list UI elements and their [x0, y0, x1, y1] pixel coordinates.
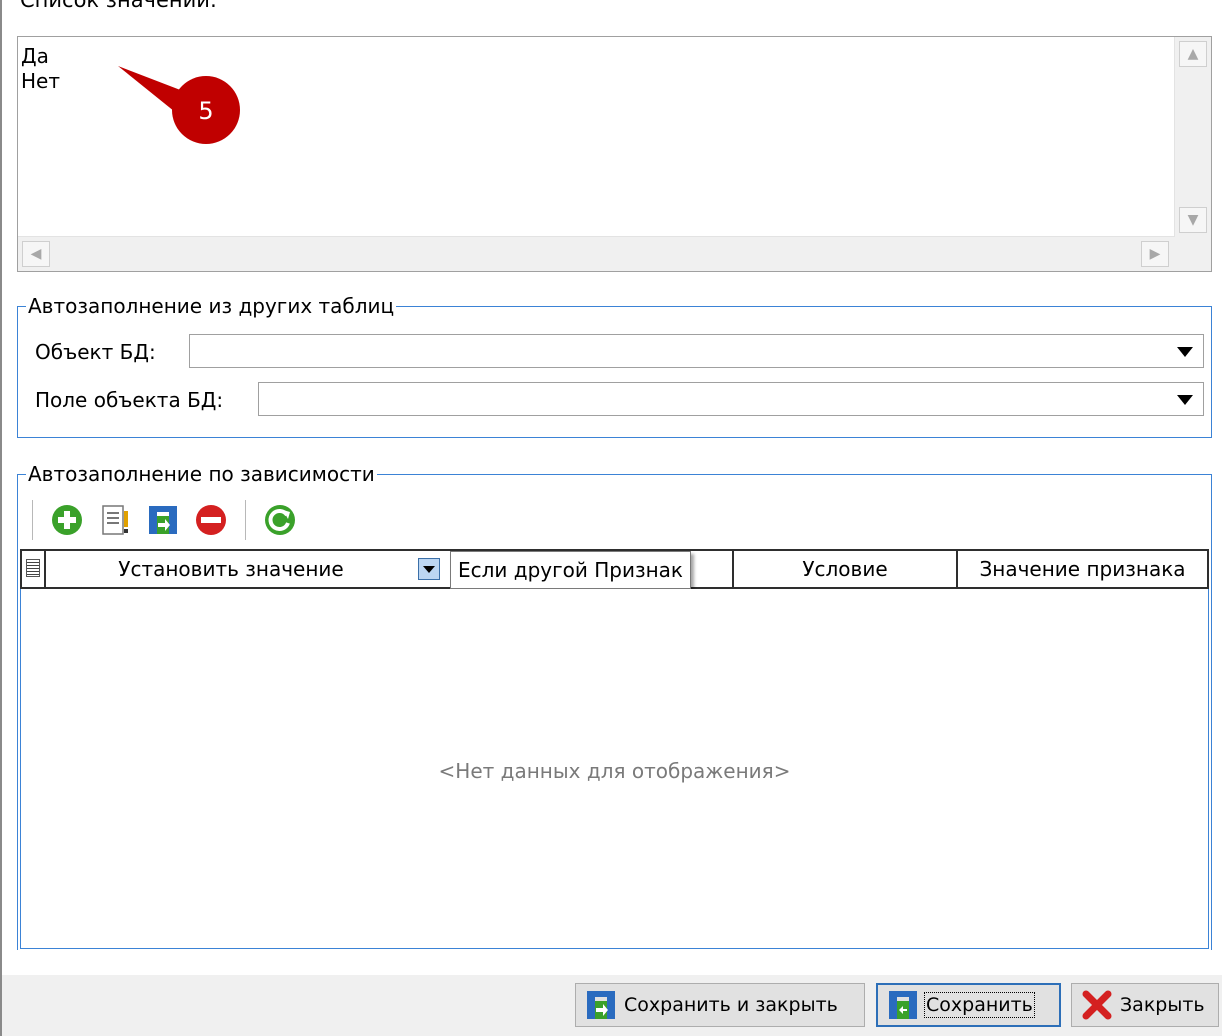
- edit-icon: [102, 505, 128, 535]
- db-field-combo[interactable]: [258, 382, 1204, 416]
- scroll-down-icon[interactable]: ▼: [1179, 207, 1207, 233]
- delete-button[interactable]: [191, 500, 231, 540]
- window-left-edge: [0, 0, 2, 1036]
- db-object-combo[interactable]: [189, 334, 1204, 368]
- dropdown-arrow-icon[interactable]: [1177, 347, 1193, 357]
- dependency-grid[interactable]: <Нет данных для отображения>: [20, 589, 1209, 949]
- scroll-right-icon[interactable]: ▶: [1141, 241, 1169, 267]
- autofill-dependency-title: Автозаполнение по зависимости: [26, 462, 377, 486]
- db-field-label: Поле объекта БД:: [35, 388, 224, 412]
- delete-icon: [196, 505, 226, 535]
- annotation-number: 5: [198, 97, 213, 125]
- refresh-button[interactable]: [260, 500, 300, 540]
- empty-grid-text: <Нет данных для отображения>: [438, 759, 791, 783]
- scroll-left-icon[interactable]: ◀: [22, 241, 50, 267]
- close-label: Закрыть: [1120, 994, 1205, 1016]
- save-and-close-label: Сохранить и закрыть: [624, 994, 838, 1016]
- autofill-tables-group: Автозаполнение из других таблиц Объект Б…: [17, 294, 1212, 438]
- save-bottom-button[interactable]: Сохранить: [876, 983, 1061, 1027]
- save-and-close-button[interactable]: Сохранить и закрыть: [575, 983, 865, 1027]
- values-list-label: Список значений:: [20, 0, 217, 12]
- scrollbar-corner: [1175, 237, 1211, 271]
- save-icon: [889, 991, 917, 1019]
- db-object-label: Объект БД:: [35, 340, 156, 364]
- bottom-bar: Сохранить и закрыть Сохранить Закрыть: [2, 975, 1222, 1036]
- column-header-attribute-value[interactable]: Значение признака: [958, 551, 1207, 587]
- add-icon: [52, 505, 82, 535]
- close-icon: [1082, 990, 1112, 1020]
- edit-button[interactable]: [95, 500, 135, 540]
- toolbar-separator: [32, 500, 33, 540]
- save-icon: [149, 506, 177, 534]
- autofill-tables-title: Автозаполнение из других таблиц: [26, 294, 397, 318]
- row-indicator-icon[interactable]: [26, 559, 40, 577]
- column-header-set-value[interactable]: Установить значение: [46, 551, 416, 587]
- close-button[interactable]: Закрыть: [1071, 983, 1219, 1027]
- save-close-icon: [587, 991, 615, 1019]
- scroll-up-icon[interactable]: ▲: [1179, 41, 1207, 67]
- annotation-marker: 5: [118, 66, 240, 144]
- column-header-condition[interactable]: Условие: [734, 551, 956, 587]
- add-button[interactable]: [47, 500, 87, 540]
- dependency-toolbar: [32, 496, 300, 544]
- filter-dropdown-icon[interactable]: [418, 558, 440, 580]
- dropdown-arrow-icon[interactable]: [1177, 395, 1193, 405]
- toolbar-separator: [245, 500, 246, 540]
- horizontal-scrollbar[interactable]: ◀ ▶: [18, 236, 1175, 271]
- refresh-icon: [265, 505, 295, 535]
- values-list-items[interactable]: Да Нет: [21, 44, 60, 94]
- values-list-item[interactable]: Нет: [21, 69, 60, 94]
- values-list-item[interactable]: Да: [21, 44, 60, 69]
- save-button[interactable]: [143, 500, 183, 540]
- column-tooltip: Если другой Признак: [450, 551, 692, 589]
- vertical-scrollbar[interactable]: ▲ ▼: [1174, 37, 1211, 237]
- save-label: Сохранить: [924, 992, 1035, 1018]
